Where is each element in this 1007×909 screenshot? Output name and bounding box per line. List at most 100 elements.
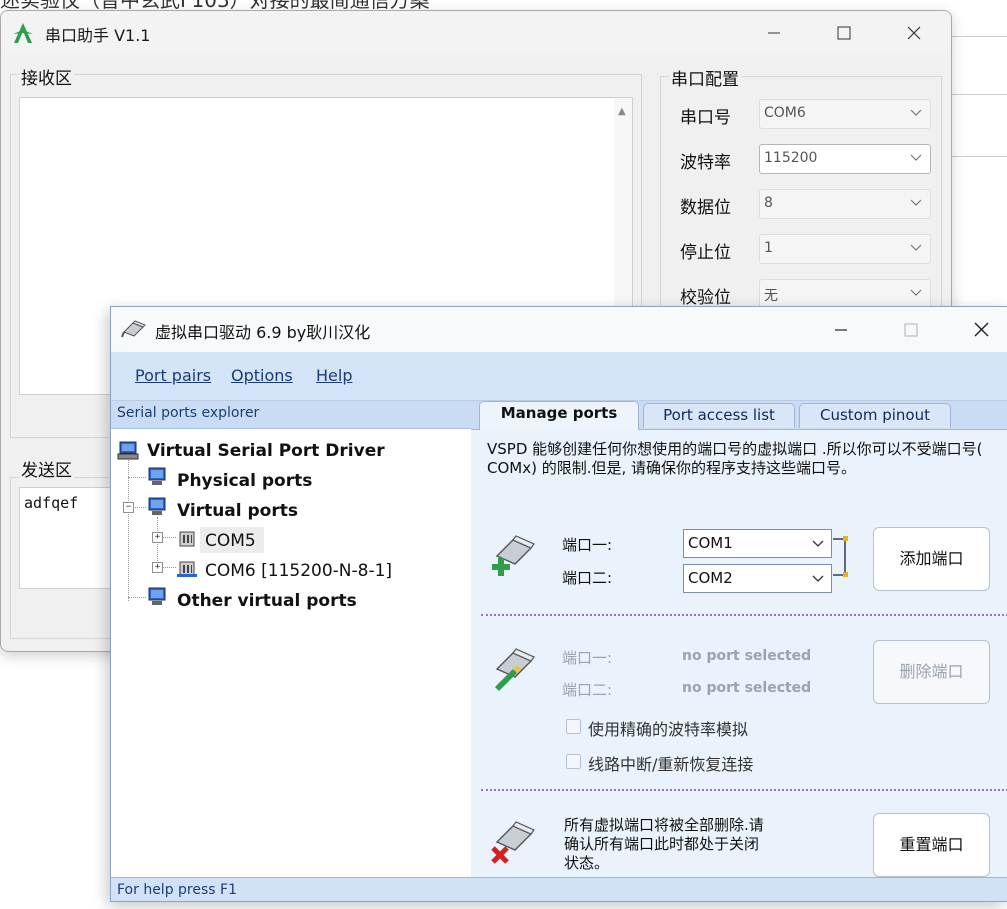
menu-bar: Port pairs Options Help	[111, 352, 1007, 401]
menu-help[interactable]: Help	[316, 366, 352, 385]
reset-text-line3: 状态。	[564, 854, 610, 872]
close-icon	[974, 322, 988, 337]
section-separator	[481, 614, 1007, 616]
close-icon	[907, 26, 921, 40]
pair-link-bracket	[833, 536, 848, 577]
status-bar: For help press F1	[111, 877, 1007, 901]
chevron-down-icon	[910, 199, 922, 206]
add-port1-value: COM1	[688, 534, 733, 552]
vspd-minimize-button[interactable]	[806, 307, 876, 352]
parity-value: 无	[764, 288, 778, 304]
vspd-maximize-button[interactable]	[876, 307, 946, 352]
monitor-icon	[148, 497, 166, 515]
close-button[interactable]	[879, 11, 949, 55]
tree-com6[interactable]: COM6 [115200-N-8-1]	[205, 561, 392, 581]
description-text: VSPD 能够创建任何你想使用的端口号的虚拟端口 .所以你可以不受端口号( CO…	[487, 440, 983, 477]
minimize-button[interactable]	[739, 11, 809, 55]
tree-root[interactable]: Virtual Serial Port Driver	[147, 441, 385, 461]
baud-rate-value: 115200	[764, 150, 818, 166]
tree-virtual-ports[interactable]: Virtual ports	[177, 501, 298, 521]
manage-ports-content: VSPD 能够创建任何你想使用的端口号的虚拟端口 .所以你可以不受端口号( CO…	[471, 430, 1007, 877]
minimize-icon	[835, 328, 847, 331]
scroll-up-icon[interactable]: ▲	[618, 106, 626, 117]
background-page-lines	[950, 36, 1007, 166]
chevron-down-icon	[910, 109, 922, 116]
parity-label: 校验位	[680, 288, 731, 308]
send-textarea[interactable]: adfqef	[19, 487, 113, 589]
section-separator	[481, 789, 1007, 791]
port-number-label: 串口号	[680, 108, 731, 128]
reset-ports-icon	[491, 821, 535, 864]
maximize-button[interactable]	[809, 11, 879, 55]
baud-rate-label: 波特率	[680, 153, 731, 173]
tab-manage-ports[interactable]: Manage ports	[479, 401, 639, 430]
delete-port-icon	[495, 648, 535, 691]
delete-port2-label: 端口二:	[562, 681, 613, 699]
baud-rate-select[interactable]: 115200	[759, 144, 931, 174]
tree-com5[interactable]: COM5	[205, 531, 256, 551]
port-number-select[interactable]: COM6	[759, 99, 931, 129]
menu-options[interactable]: Options	[231, 366, 293, 385]
expand-com6-toggle[interactable]: +	[152, 562, 163, 573]
send-group-label: 发送区	[19, 456, 74, 481]
collapse-virtual-ports-toggle[interactable]: −	[123, 502, 134, 513]
exact-baud-label: 使用精确的波特率模拟	[588, 720, 749, 739]
port-number-value: COM6	[764, 105, 806, 121]
add-port2-label: 端口二:	[562, 569, 613, 587]
add-port2-select[interactable]: COM2	[683, 564, 832, 593]
reset-text-line1: 所有虚拟端口将被全部删除.请	[564, 816, 764, 834]
parity-select[interactable]: 无	[759, 279, 931, 309]
delete-port2-value: no port selected	[682, 680, 812, 696]
delete-port-button[interactable]: 删除端口	[873, 640, 990, 704]
serial-port-icon	[177, 561, 197, 577]
vspd-title: 虚拟串口驱动 6.9 by耿川汉化	[155, 323, 371, 342]
app-logo-icon	[13, 23, 33, 43]
exact-baud-checkbox[interactable]	[566, 719, 581, 734]
tree-physical-ports[interactable]: Physical ports	[177, 471, 312, 491]
add-port1-label: 端口一:	[562, 536, 613, 554]
serial-cable-icon	[121, 320, 146, 338]
data-bits-select[interactable]: 8	[759, 189, 931, 219]
data-bits-label: 数据位	[680, 198, 731, 218]
stop-bits-value: 1	[764, 240, 773, 256]
vspd-titlebar[interactable]: 虚拟串口驱动 6.9 by耿川汉化	[111, 307, 1007, 352]
tab-custom-pinout[interactable]: Custom pinout	[799, 403, 951, 428]
line-break-checkbox[interactable]	[566, 754, 581, 769]
add-port2-value: COM2	[688, 569, 733, 587]
explorer-header: Serial ports explorer	[111, 401, 471, 429]
add-port1-select[interactable]: COM1	[683, 529, 832, 558]
monitor-icon	[148, 587, 166, 605]
status-text: For help press F1	[117, 882, 237, 898]
chevron-down-icon	[910, 289, 922, 296]
expand-com5-toggle[interactable]: +	[152, 532, 163, 543]
vspd-close-button[interactable]	[946, 307, 1007, 352]
chevron-down-icon	[910, 154, 922, 161]
serial-port-icon	[179, 531, 195, 547]
add-port-icon	[492, 535, 535, 576]
tab-port-access-list[interactable]: Port access list	[643, 403, 795, 428]
send-text: adfqef	[24, 494, 79, 512]
reset-text-line2: 确认所有端口此时都处于关闭	[564, 835, 760, 853]
add-port-button[interactable]: 添加端口	[873, 527, 990, 591]
line-break-label: 线路中断/重新恢复连接	[588, 755, 754, 774]
tab-bar: Manage ports Port access list Custom pin…	[471, 401, 1007, 430]
chevron-down-icon	[910, 244, 922, 251]
computer-root-icon	[117, 441, 139, 460]
tree-other-virtual-ports[interactable]: Other virtual ports	[177, 591, 357, 611]
config-group-label: 串口配置	[669, 65, 741, 90]
data-bits-value: 8	[764, 195, 773, 211]
manage-pane: Manage ports Port access list Custom pin…	[471, 401, 1007, 877]
reset-ports-button[interactable]: 重置端口	[873, 813, 990, 877]
monitor-icon	[148, 467, 166, 485]
serial-helper-titlebar[interactable]: 串口助手 V1.1	[1, 11, 951, 55]
delete-port1-label: 端口一:	[562, 649, 613, 667]
stop-bits-select[interactable]: 1	[759, 234, 931, 264]
serial-helper-title: 串口助手 V1.1	[45, 26, 151, 45]
ports-tree: − + + Virtual Serial Port Driver Physica…	[111, 429, 472, 877]
maximize-icon	[837, 26, 851, 40]
maximize-icon	[904, 323, 918, 336]
vspd-window: 虚拟串口驱动 6.9 by耿川汉化 Port pairs Options Hel…	[110, 306, 1007, 902]
delete-port1-value: no port selected	[682, 648, 812, 664]
receive-group-label: 接收区	[19, 64, 74, 89]
menu-port-pairs[interactable]: Port pairs	[135, 366, 211, 385]
